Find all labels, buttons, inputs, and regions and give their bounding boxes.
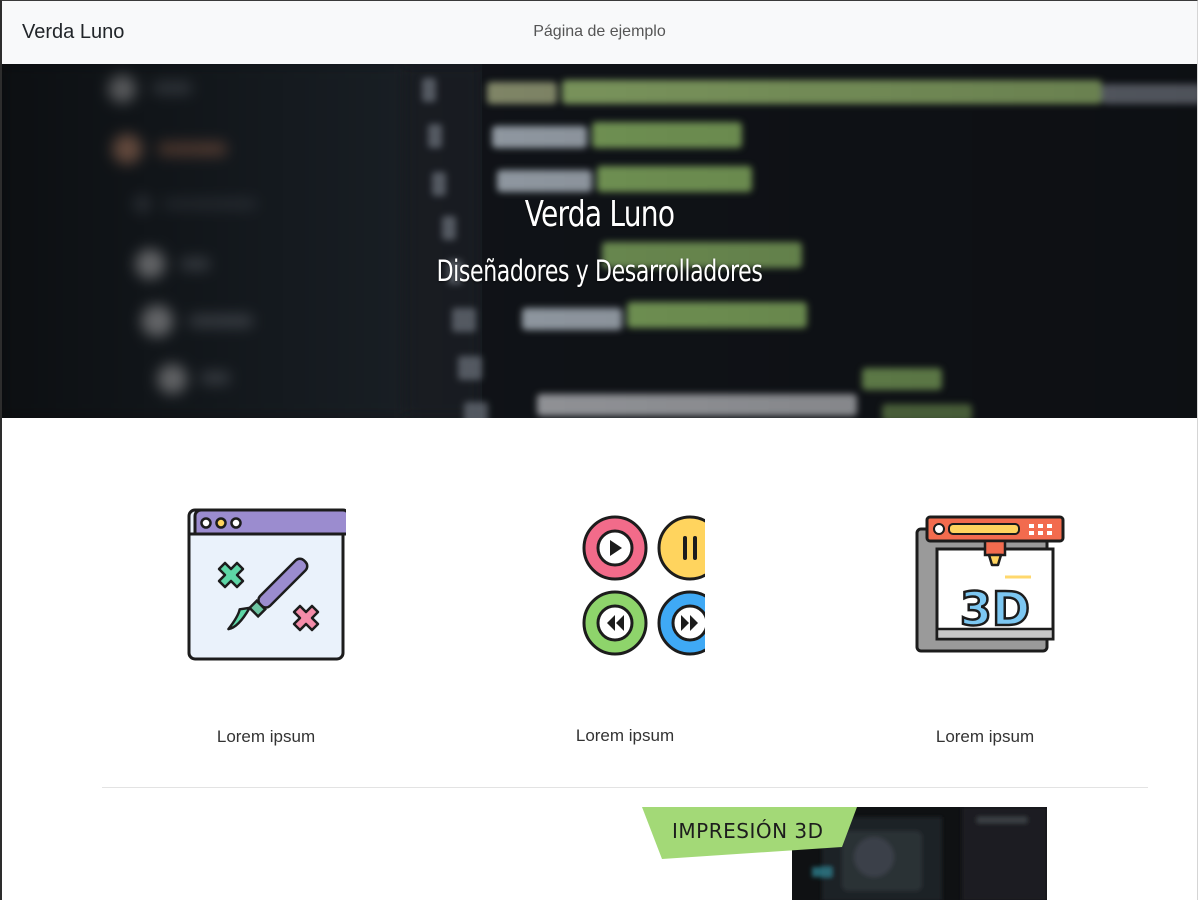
feature-label-design: Lorem ipsum <box>216 727 316 746</box>
feature-card-3d[interactable]: 3D Lorem ipsum <box>875 503 1095 753</box>
hero-title: Verda Luno <box>524 194 675 235</box>
media-controls-icon <box>545 503 723 663</box>
nav-link-example-page[interactable]: Página de ejemplo <box>533 23 666 40</box>
feature-card-design[interactable]: Lorem ipsum <box>156 503 376 753</box>
hero-background-image <box>2 64 1197 418</box>
hero-banner: Verda Luno Diseñadores y Desarrolladores <box>2 64 1197 418</box>
browser-viewport: Verda Luno Página de ejemplo Verda Luno … <box>0 0 1198 900</box>
hero-subtitle: Diseñadores y Desarrolladores <box>436 254 763 288</box>
promo-3d-printing[interactable]: IMPRESIÓN 3D <box>642 807 1047 900</box>
section-divider <box>102 787 1148 788</box>
svg-text:3D: 3D <box>960 582 1030 636</box>
nav-link-container: Página de ejemplo <box>2 23 1197 41</box>
3d-printer-icon: 3D <box>905 503 1065 663</box>
navbar: Verda Luno Página de ejemplo <box>2 1 1197 64</box>
feature-label-media: Lorem ipsum <box>575 726 675 745</box>
promo-tag-label: IMPRESIÓN 3D <box>672 819 824 843</box>
web-design-icon <box>186 503 351 663</box>
feature-card-media[interactable]: Lorem ipsum <box>515 503 735 753</box>
feature-label-3d: Lorem ipsum <box>935 727 1035 746</box>
